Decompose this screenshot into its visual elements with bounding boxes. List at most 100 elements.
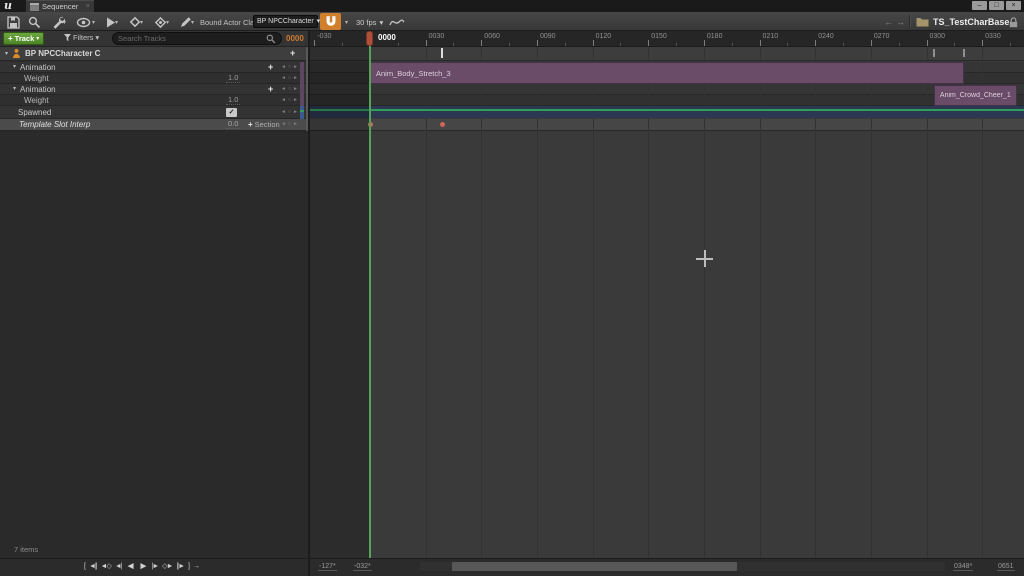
outliner-row-spawned[interactable]: Spawned ✓ ◄○► — [0, 106, 308, 119]
settings-caret-icon[interactable]: ▾ — [63, 20, 66, 26]
property-label[interactable]: Weight — [24, 96, 49, 105]
find-in-sequence-button[interactable] — [26, 15, 42, 29]
filters-dropdown[interactable]: Filters ▾ — [64, 33, 99, 42]
key-next-icon[interactable]: ► — [293, 75, 298, 81]
edit-options-caret-icon[interactable]: ▾ — [191, 20, 194, 26]
next-key-button[interactable]: ◇► — [162, 562, 172, 572]
add-track-button[interactable]: + Track ▾ — [3, 32, 44, 45]
key-prev-icon[interactable]: ◄ — [281, 121, 286, 127]
interp-value-field[interactable]: 0.0 — [226, 119, 240, 129]
window-restore-button[interactable]: □ — [989, 1, 1004, 10]
animation-section-bar[interactable]: Anim_Body_Stretch_3 — [370, 62, 964, 84]
playback-mode-button[interactable]: → — [193, 562, 200, 572]
curve-editor-button[interactable] — [389, 15, 405, 29]
sequence-breadcrumb-title[interactable]: TS_TestCharBase — [933, 17, 1009, 27]
snapping-toggle-button[interactable] — [320, 13, 341, 30]
key-add-icon[interactable]: ○ — [288, 97, 291, 103]
weight-value-field[interactable]: 1.0 — [226, 73, 240, 83]
timeline-ruler[interactable]: -030003000600090012001500180021002400270… — [310, 31, 1024, 47]
expander-icon[interactable]: ▾ — [13, 64, 16, 70]
key-add-icon[interactable]: ○ — [288, 121, 291, 127]
key-prev-icon[interactable]: ◄ — [281, 97, 286, 103]
search-tracks-box[interactable] — [112, 32, 282, 45]
animation-section-bar[interactable]: Anim_Crowd_Cheer_1 — [934, 85, 1017, 106]
key-next-icon[interactable]: ► — [293, 86, 298, 92]
previous-frame-button[interactable]: ◄| — [115, 562, 122, 572]
save-button[interactable] — [5, 15, 21, 29]
weight-value-field[interactable]: 1.0 — [226, 95, 240, 105]
outliner-row-weight[interactable]: Weight 1.0 ◄○► — [0, 73, 308, 84]
key-next-icon[interactable]: ► — [293, 121, 298, 127]
ruler-minor-tick — [620, 43, 621, 46]
key-add-icon[interactable]: ○ — [288, 109, 291, 115]
working-range-end-field[interactable]: 0651 — [997, 563, 1015, 571]
browse-sequence-button[interactable] — [914, 15, 930, 29]
fps-dropdown[interactable]: 30 fps ▾ — [356, 18, 383, 27]
add-section-plus-button[interactable]: + — [290, 49, 295, 58]
playhead-line[interactable] — [369, 46, 371, 558]
property-label[interactable]: Template Slot Interp — [19, 120, 90, 129]
tab-sequencer[interactable]: Sequencer × — [26, 0, 94, 12]
to-front-button[interactable]: [ — [84, 562, 85, 572]
working-range-start-field[interactable]: -127* — [318, 563, 337, 571]
outliner-row-object[interactable]: ▾ BP NPCCharacter C + — [0, 47, 308, 61]
key-next-icon[interactable]: ► — [293, 64, 298, 70]
window-close-button[interactable]: × — [1006, 1, 1021, 10]
play-reverse-button[interactable]: ◄ — [126, 562, 135, 572]
expander-icon[interactable]: ▾ — [13, 86, 16, 92]
current-time-field[interactable]: 0000 — [286, 34, 304, 43]
key-prev-icon[interactable]: ◄ — [281, 64, 286, 70]
to-end-button[interactable]: ] — [188, 562, 189, 572]
spawned-checkbox[interactable]: ✓ — [226, 108, 237, 117]
track-label[interactable]: Animation — [20, 63, 56, 72]
key-add-icon[interactable]: ○ — [288, 75, 291, 81]
playback-options-caret-icon[interactable]: ▾ — [115, 20, 118, 26]
window-minimize-button[interactable]: – — [972, 1, 987, 10]
outliner-row-animation[interactable]: ▾ Animation + ◄○► — [0, 84, 308, 95]
play-forward-button[interactable]: ► — [139, 562, 148, 572]
jump-backward-button[interactable]: ◄|| — [89, 562, 97, 572]
tab-close-icon[interactable]: × — [86, 3, 90, 11]
key-add-icon[interactable]: ○ — [288, 86, 291, 92]
search-tracks-input[interactable] — [118, 34, 266, 43]
bound-actor-class-dropdown[interactable]: BP NPCCharacter ▾ — [253, 15, 318, 28]
add-animation-plus-button[interactable]: + — [268, 85, 273, 94]
track-label[interactable]: Animation — [20, 85, 56, 94]
add-section-button[interactable]: + Section — [248, 120, 280, 129]
key-next-icon[interactable]: ► — [293, 109, 298, 115]
keyframe-dot[interactable] — [440, 122, 445, 127]
keyframe-options-caret-icon[interactable]: ▾ — [140, 20, 143, 26]
navigate-forward-button[interactable]: → — [896, 16, 905, 28]
previous-key-button[interactable]: ◄◇ — [101, 562, 111, 572]
key-add-icon[interactable]: ○ — [288, 64, 291, 70]
lock-sequence-button[interactable] — [1005, 15, 1021, 29]
key-prev-icon[interactable]: ◄ — [281, 86, 286, 92]
object-track-label[interactable]: BP NPCCharacter C — [25, 49, 100, 58]
add-animation-plus-button[interactable]: + — [268, 63, 273, 72]
expander-icon[interactable]: ▾ — [5, 51, 8, 57]
navigate-back-button[interactable]: ← — [884, 16, 893, 28]
view-range-start-field[interactable]: -032* — [353, 563, 372, 571]
timeline-scrollbar-track[interactable] — [420, 562, 945, 571]
jump-forward-button[interactable]: ||► — [176, 562, 184, 572]
transport-controls: [ ◄|| ◄◇ ◄| ◄ ► |► ◇► ||► ] → — [84, 562, 200, 572]
outliner-row-weight[interactable]: Weight 1.0 ◄○► — [0, 95, 308, 106]
property-label[interactable]: Spawned — [18, 108, 51, 117]
next-frame-button[interactable]: |► — [151, 562, 158, 572]
view-range-end-field[interactable]: 0348* — [953, 563, 973, 571]
outliner-row-template-slot-interp[interactable]: Template Slot Interp 0.0 + Section ◄○► — [0, 119, 308, 131]
timeline-track-area[interactable]: Anim_Body_Stretch_3 Anim_Crowd_Cheer_1 — [310, 47, 1024, 558]
key-prev-icon[interactable]: ◄ — [281, 109, 286, 115]
snapping-caret-icon[interactable]: ▾ — [345, 20, 348, 26]
timeline-scrollbar-thumb[interactable] — [452, 562, 737, 571]
view-options-caret-icon[interactable]: ▾ — [92, 20, 95, 26]
auto-key-caret-icon[interactable]: ▾ — [166, 20, 169, 26]
spawned-section-bar[interactable] — [310, 106, 1024, 118]
playhead-scrub-handle[interactable] — [366, 31, 373, 46]
key-prev-icon[interactable]: ◄ — [281, 75, 286, 81]
outliner-row-animation[interactable]: ▾ Animation + ◄○► — [0, 62, 308, 73]
property-label[interactable]: Weight — [24, 74, 49, 83]
key-next-icon[interactable]: ► — [293, 97, 298, 103]
ruler-major-tick — [815, 40, 816, 46]
view-options-button[interactable] — [75, 15, 91, 29]
